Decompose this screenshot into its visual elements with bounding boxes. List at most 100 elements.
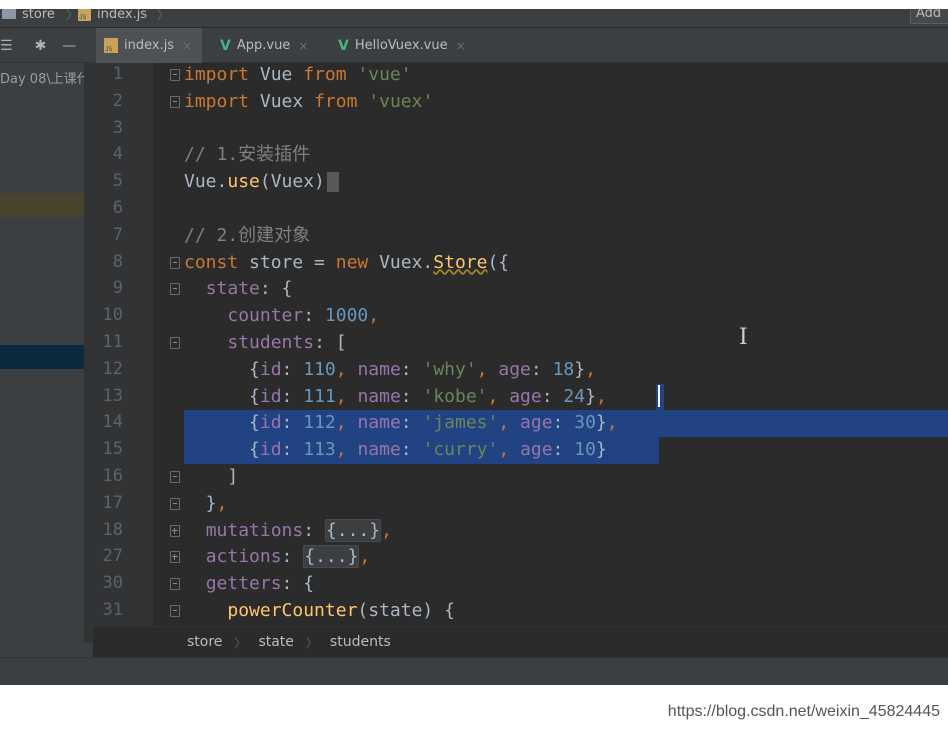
code-token: id — [259, 439, 282, 461]
code-token: from — [303, 64, 347, 85]
code-token: Vuex — [249, 90, 315, 112]
code-token: { — [184, 412, 260, 434]
bracket-match-marker — [326, 172, 339, 193]
code-line[interactable]: state: { — [184, 275, 293, 302]
tab-index-js[interactable]: index.js × — [96, 28, 203, 63]
code-token: counter — [227, 305, 304, 327]
code-token: name — [357, 439, 401, 461]
code-token: : [ — [314, 332, 347, 353]
code-token: { — [184, 358, 260, 380]
code-line[interactable]: mutations: {...}, — [184, 517, 392, 544]
code-line[interactable]: counter: 1000, — [184, 302, 379, 329]
collapsed-region: {...} — [303, 545, 360, 569]
code-token: : — [552, 412, 575, 434]
code-token: mutations — [205, 519, 304, 541]
tab-hellovuex-vue[interactable]: V HelloVuex.vue × — [330, 28, 476, 63]
sidebar-highlight-row[interactable] — [0, 193, 84, 217]
code-token: name — [357, 358, 401, 380]
line-number: 18 — [102, 519, 123, 540]
breadcrumb-item[interactable]: store — [187, 634, 222, 650]
collapse-fold-icon[interactable] — [170, 605, 180, 617]
code-line[interactable]: {id: 113, name: 'curry', age: 10} — [184, 436, 607, 463]
code-token: 'why' — [422, 358, 477, 380]
code-line[interactable]: {id: 111, name: 'kobe', age: 24}, — [184, 383, 607, 410]
folder-icon — [2, 9, 16, 19]
code-token: 10 — [574, 439, 596, 461]
collapse-fold-icon[interactable] — [170, 578, 180, 591]
code-line[interactable]: ] — [184, 463, 238, 490]
breadcrumb-item[interactable]: students — [330, 634, 391, 650]
code-line[interactable]: powerCounter(state) { — [184, 597, 455, 624]
code-line[interactable]: import Vuex from 'vuex' — [184, 88, 433, 115]
line-number: 6 — [112, 198, 123, 218]
sidebar-scrollbar[interactable] — [84, 63, 93, 643]
code-line[interactable]: // 1.安装插件 — [184, 141, 310, 168]
code-line[interactable]: const store = new Vuex.Store({ — [184, 249, 509, 276]
code-line[interactable]: students: [ — [184, 329, 347, 356]
code-line[interactable]: actions: {...}, — [184, 543, 370, 570]
line-number: 16 — [102, 466, 123, 486]
code-token: , — [359, 546, 371, 568]
code-line[interactable]: {id: 112, name: 'james', age: 30}, — [184, 409, 618, 436]
collapse-fold-icon[interactable] — [170, 256, 180, 269]
code-token: 'vue' — [357, 64, 412, 85]
code-token: , — [335, 412, 347, 434]
expand-fold-icon[interactable] — [170, 524, 180, 537]
close-icon[interactable]: × — [298, 39, 308, 53]
code-line[interactable]: {id: 110, name: 'why', age: 18}, — [184, 356, 596, 383]
tab-label: App.vue — [236, 38, 291, 53]
collapse-fold-icon[interactable] — [170, 283, 180, 296]
code-token: : — [552, 439, 575, 461]
tab-label: index.js — [124, 38, 175, 53]
code-line[interactable]: getters: { — [184, 570, 314, 597]
code-line[interactable]: Vue.use(Vuex) — [184, 168, 339, 195]
line-number: 30 — [102, 573, 123, 594]
collapse-fold-icon[interactable] — [170, 95, 180, 108]
code-token: (Vuex) — [259, 171, 325, 193]
code-token: , — [381, 519, 392, 541]
code-token: Vue. — [184, 171, 228, 193]
collapse-fold-icon[interactable] — [170, 337, 180, 349]
code-editor[interactable]: 1 2 3 4 5 6 7 8 9 10 11 12 13 14 15 16 17 18 27 30 31 import… — [93, 63, 948, 626]
collapsed-region: {...} — [324, 518, 382, 542]
collapse-fold-icon[interactable] — [170, 471, 180, 483]
code-token: 18 — [552, 358, 575, 380]
code-token: 1000 — [324, 305, 369, 327]
sidebar-selected-row[interactable] — [0, 345, 84, 369]
code-line[interactable]: }, — [184, 490, 228, 517]
code-token: 'vuex' — [368, 90, 434, 112]
hide-icon[interactable]: — — [62, 38, 76, 54]
code-line[interactable]: import Vue from 'vue' — [184, 63, 412, 88]
code-token: : — [400, 385, 423, 407]
collapse-icon[interactable]: ☰ — [0, 38, 13, 54]
close-icon[interactable]: × — [182, 39, 192, 53]
line-number: 27 — [102, 546, 123, 567]
collapse-fold-icon[interactable] — [170, 497, 180, 510]
code-token: } — [585, 385, 596, 407]
code-token: } — [595, 412, 607, 434]
tab-app-vue[interactable]: V App.vue × — [212, 28, 318, 63]
project-sidebar[interactable]: Day 08\上课代 — [0, 63, 93, 657]
code-line[interactable]: // 2.创建对象 — [184, 222, 310, 249]
sidebar-item-day08[interactable]: Day 08\上课代 — [0, 68, 90, 87]
code-token: : — [303, 305, 325, 327]
code-token: from — [314, 90, 358, 112]
breadcrumb-item[interactable]: state — [258, 634, 293, 650]
code-token: : — [400, 412, 423, 434]
close-icon[interactable]: × — [456, 39, 466, 53]
code-token: } — [595, 439, 607, 461]
line-number: 7 — [112, 224, 123, 245]
line-number: 1 — [112, 64, 123, 84]
expand-fold-icon[interactable] — [170, 551, 180, 564]
collapse-fold-icon[interactable] — [170, 69, 180, 81]
gear-icon[interactable]: ✱ — [35, 38, 47, 54]
